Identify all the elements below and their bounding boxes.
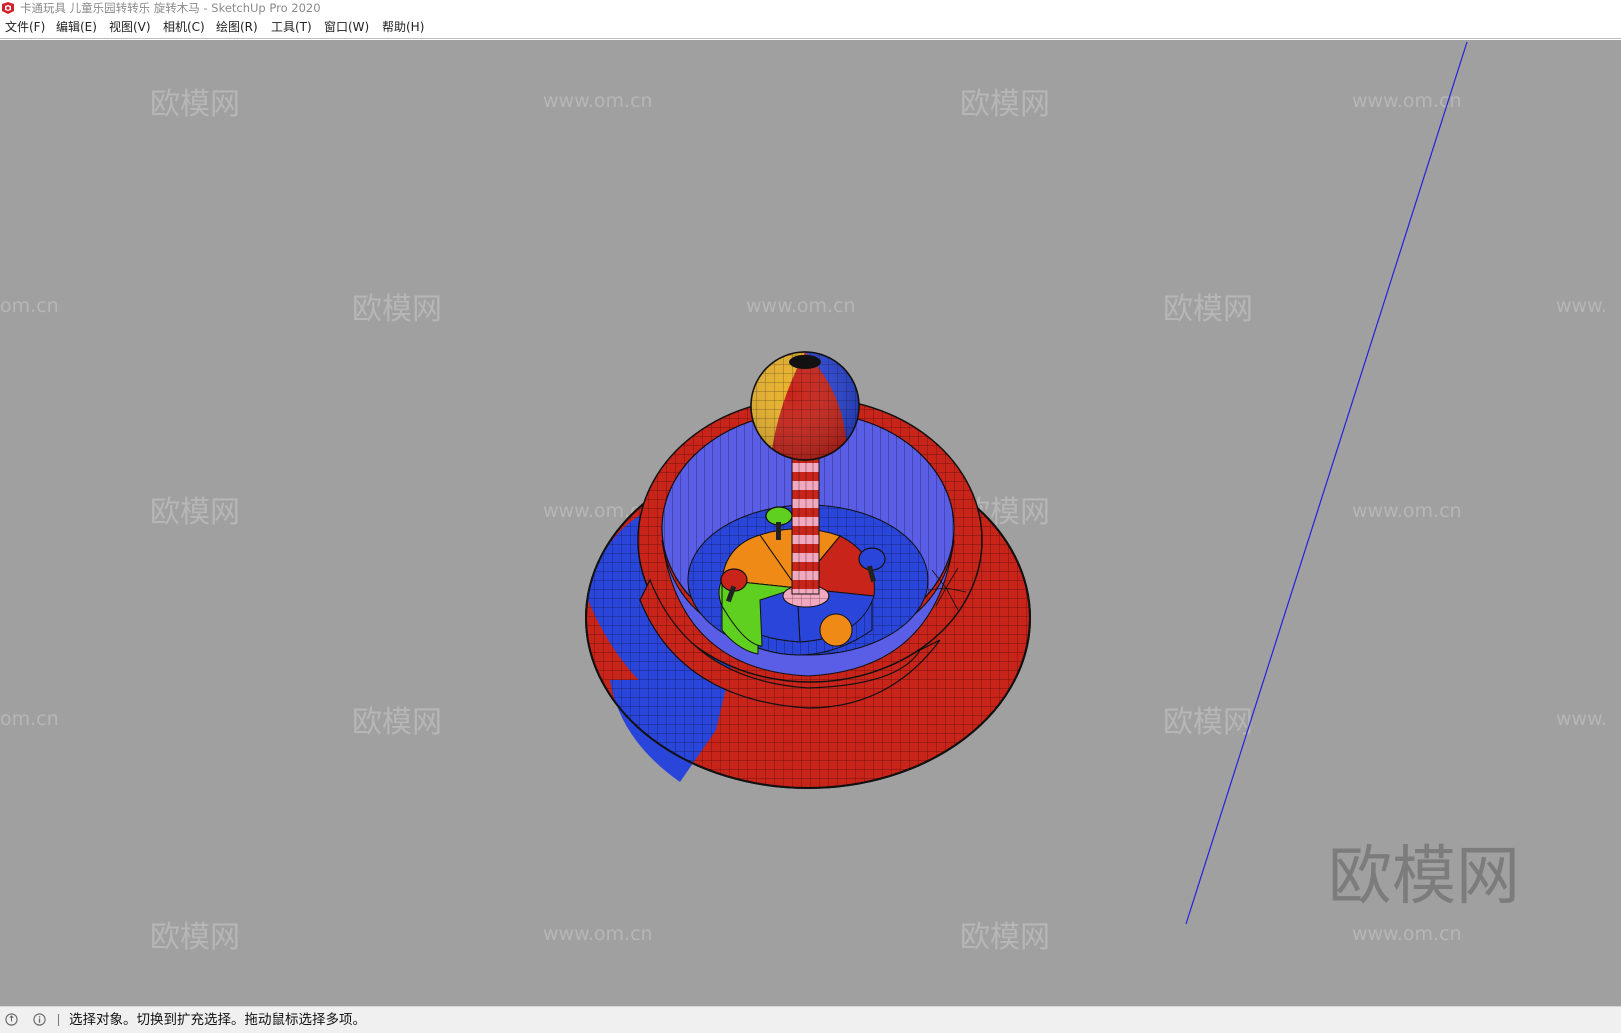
watermark-logo: 欧模网: [150, 87, 240, 122]
status-message: 选择对象。切换到扩充选择。拖动鼠标选择多项。: [69, 1012, 366, 1028]
watermark-url-partial: www.: [1556, 295, 1607, 317]
status-bar: 选择对象。切换到扩充选择。拖动鼠标选择多项。: [0, 1006, 1621, 1033]
watermark-logo: 欧模网: [150, 495, 240, 530]
window-title: 卡通玩具 儿童乐园转转乐 旋转木马 - SketchUp Pro 2020: [20, 1, 321, 15]
watermark-logo-large: 欧模网: [1328, 840, 1520, 914]
watermark-logo: 欧模网: [352, 705, 442, 740]
watermark-logo: 欧模网: [150, 920, 240, 955]
watermark-url: www.om.cn: [543, 90, 653, 112]
geolocation-icon[interactable]: [5, 1013, 18, 1026]
menu-view[interactable]: 视图(V): [108, 19, 152, 36]
info-icon[interactable]: [33, 1013, 46, 1026]
title-bar: 卡通玩具 儿童乐园转转乐 旋转木马 - SketchUp Pro 2020: [0, 0, 1621, 16]
carousel-model[interactable]: [585, 351, 1031, 789]
menu-help[interactable]: 帮助(H): [381, 19, 425, 36]
menu-edit[interactable]: 编辑(E): [55, 19, 98, 36]
watermark-url-partial: om.cn: [0, 708, 59, 730]
menu-camera[interactable]: 相机(C): [162, 19, 206, 36]
watermark-logo: 欧模网: [960, 920, 1050, 955]
watermark-logo: 欧模网: [352, 292, 442, 327]
top-ball: [750, 351, 860, 461]
menu-tools[interactable]: 工具(T): [270, 19, 313, 36]
menu-bar: 文件(F) 编辑(E) 视图(V) 相机(C) 绘图(R) 工具(T) 窗口(W…: [0, 16, 1621, 39]
watermark-logo: 欧模网: [1163, 705, 1253, 740]
axis-line: [1185, 41, 1468, 925]
watermark-url: www.om.cn: [1352, 500, 1462, 522]
status-separator: [58, 1014, 59, 1026]
sketchup-logo-icon: [2, 2, 14, 14]
watermark-url: www.om.cn: [543, 923, 653, 945]
watermark-url: www.om.cn: [746, 295, 856, 317]
model-viewport[interactable]: 欧模网 www.om.cn 欧模网 www.om.cn om.cn 欧模网 ww…: [0, 40, 1621, 1006]
watermark-logo: 欧模网: [1163, 292, 1253, 327]
watermark-logo: 欧模网: [960, 87, 1050, 122]
menu-draw[interactable]: 绘图(R): [215, 19, 259, 36]
watermark-url-partial: om.cn: [0, 295, 59, 317]
menu-window[interactable]: 窗口(W): [323, 19, 370, 36]
menu-file[interactable]: 文件(F): [4, 19, 46, 36]
watermark-url: www.om.cn: [1352, 923, 1462, 945]
watermark-url-partial: www.: [1556, 708, 1607, 730]
